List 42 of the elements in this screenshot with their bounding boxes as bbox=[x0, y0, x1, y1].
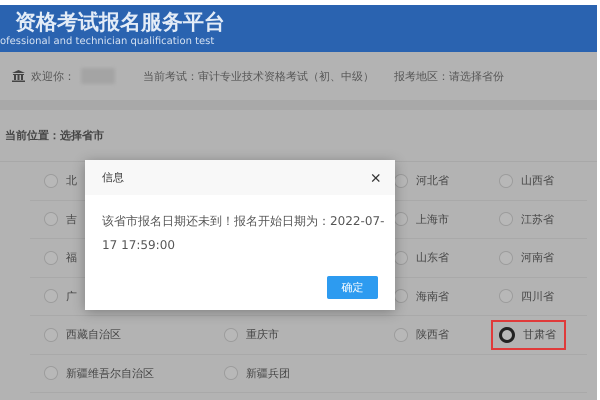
exam-region: 报考地区：请选择省份 bbox=[394, 68, 504, 84]
province-option[interactable]: 河南省 bbox=[491, 243, 564, 272]
radio-button[interactable] bbox=[499, 212, 513, 226]
site-subtitle: ofessional and technician qualification test bbox=[0, 35, 216, 48]
radio-button[interactable] bbox=[44, 366, 58, 380]
province-option[interactable]: 新疆维吾尔自治区 bbox=[36, 358, 164, 388]
province-option[interactable]: 西藏自治区 bbox=[36, 320, 131, 350]
radio-button[interactable] bbox=[499, 250, 513, 265]
province-option[interactable]: 新疆兵团 bbox=[216, 358, 300, 388]
province-option[interactable]: 重庆市 bbox=[216, 320, 289, 350]
radio-button[interactable] bbox=[44, 250, 58, 265]
dialog-title: 信息 bbox=[102, 170, 124, 185]
radio-button[interactable] bbox=[394, 328, 408, 342]
radio-button[interactable] bbox=[499, 326, 515, 343]
close-button[interactable]: × bbox=[370, 168, 381, 186]
radio-button[interactable] bbox=[499, 289, 513, 304]
current-exam: 当前考试：审计专业技术资格考试（初、中级） bbox=[143, 68, 374, 84]
province-option[interactable]: 山西省 bbox=[491, 166, 564, 196]
province-option[interactable]: 吉 bbox=[36, 204, 87, 234]
radio-button[interactable] bbox=[499, 174, 513, 188]
radio-button[interactable] bbox=[224, 366, 238, 380]
province-option[interactable]: 北 bbox=[36, 166, 87, 196]
province-option[interactable]: 江苏省 bbox=[491, 204, 564, 234]
radio-button[interactable] bbox=[44, 212, 58, 226]
radio-button[interactable] bbox=[394, 212, 408, 226]
radio-button[interactable] bbox=[44, 328, 58, 342]
province-option[interactable]: 甘肃省 bbox=[491, 320, 566, 350]
province-option[interactable]: 四川省 bbox=[491, 282, 564, 311]
welcome-label: 欢迎你： bbox=[31, 68, 75, 84]
dialog-message: 该省市报名日期还未到！报名开始日期为：2022-07-17 17:59:00 bbox=[102, 213, 386, 254]
radio-button[interactable] bbox=[224, 328, 238, 342]
province-option[interactable]: 广 bbox=[36, 282, 87, 311]
confirm-button[interactable]: 确定 bbox=[327, 276, 378, 299]
radio-button[interactable] bbox=[394, 250, 408, 265]
province-option[interactable]: 福 bbox=[36, 243, 87, 272]
site-title: 资格考试报名服务平台 bbox=[15, 9, 226, 35]
bank-icon bbox=[12, 70, 25, 82]
radio-button[interactable] bbox=[44, 174, 58, 188]
radio-button[interactable] bbox=[394, 289, 408, 304]
province-option[interactable]: 陕西省 bbox=[386, 320, 459, 350]
radio-button[interactable] bbox=[44, 289, 58, 304]
radio-button[interactable] bbox=[394, 174, 408, 188]
